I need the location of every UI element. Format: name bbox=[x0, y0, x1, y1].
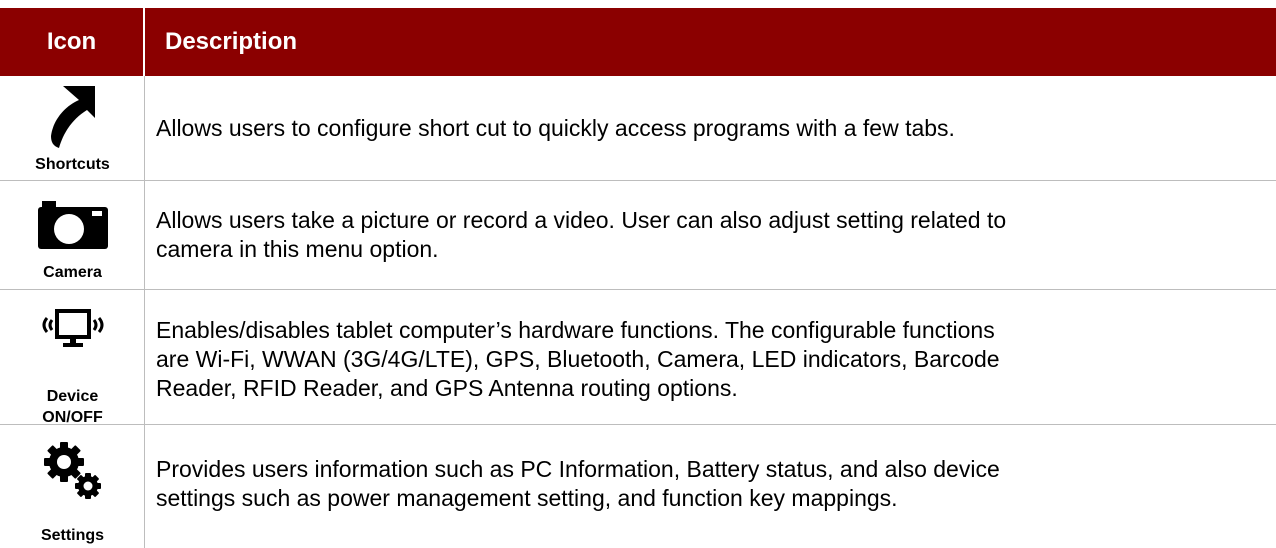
icon-cell: Settings bbox=[0, 425, 145, 548]
icon-cell: Device ON/OFF bbox=[0, 290, 145, 426]
camera-icon bbox=[0, 199, 145, 249]
icon-description-table: Icon Description Shortcuts Allows users … bbox=[0, 0, 1276, 548]
icon-label-line: Device bbox=[46, 388, 99, 405]
shortcut-arrow-icon bbox=[0, 84, 145, 150]
table-row-camera: Camera Allows users take a picture or re… bbox=[0, 181, 1276, 290]
description-line: are Wi-Fi, WWAN (3G/4G/LTE), GPS, Blueto… bbox=[156, 346, 1000, 372]
icon-cell: Shortcuts bbox=[0, 76, 145, 180]
row-description: Provides users information such as PC In… bbox=[156, 455, 1262, 513]
icon-label: Camera bbox=[43, 264, 102, 281]
description-line: camera in this menu option. bbox=[156, 236, 439, 262]
description-line: Reader, RFID Reader, and GPS Antenna rou… bbox=[156, 375, 738, 401]
icon-cell: Camera bbox=[0, 181, 145, 289]
icon-label: Shortcuts bbox=[35, 156, 110, 173]
row-description: Enables/disables tablet computer’s hardw… bbox=[156, 316, 1262, 403]
table-row-device: Device ON/OFF Enables/disables tablet co… bbox=[0, 290, 1276, 426]
table-row-shortcuts: Shortcuts Allows users to configure shor… bbox=[0, 76, 1276, 181]
icon-label: Settings bbox=[40, 527, 105, 544]
device-monitor-icon bbox=[0, 308, 145, 350]
header-icon: Icon bbox=[0, 8, 145, 76]
table-header: Icon Description bbox=[0, 8, 1276, 76]
description-line: Provides users information such as PC In… bbox=[156, 456, 1000, 482]
row-description: Allows users to configure short cut to q… bbox=[156, 115, 955, 141]
icon-label: Device ON/OFF bbox=[0, 386, 145, 428]
description-line: settings such as power management settin… bbox=[156, 485, 898, 511]
settings-gears-icon bbox=[0, 440, 145, 502]
description-line: Allows users take a picture or record a … bbox=[156, 207, 1007, 233]
header-description: Description bbox=[165, 28, 298, 55]
table-row-settings: Settings Provides users information such… bbox=[0, 425, 1276, 548]
description-line: Enables/disables tablet computer’s hardw… bbox=[156, 317, 995, 343]
row-description: Allows users take a picture or record a … bbox=[156, 206, 1262, 264]
